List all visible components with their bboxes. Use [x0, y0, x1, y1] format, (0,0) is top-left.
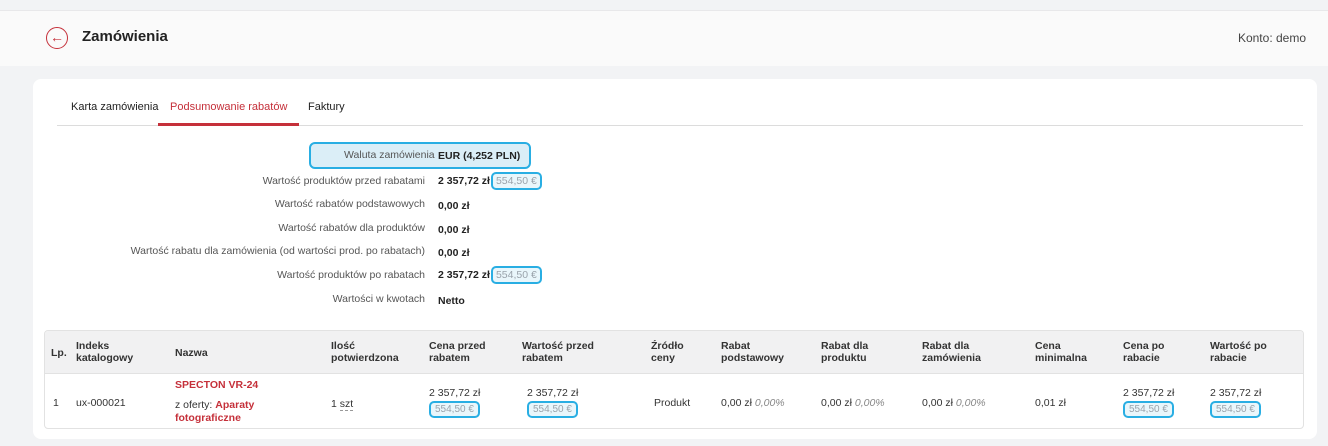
after-discount-value: 2 357,72 zł 554,50 € [438, 266, 542, 284]
price-after-eur: 554,50 € [1123, 401, 1174, 418]
offer-line: z oferty: Aparaty fotograficzne [175, 399, 255, 424]
price-before-eur: 554,50 € [429, 401, 480, 418]
before-discount-label: Wartość produktów przed rabatami [262, 175, 425, 187]
tab-bar: Karta zamówienia Podsumowanie rabatów Fa… [57, 97, 1303, 126]
currency-label: Waluta zamówienia [344, 149, 435, 161]
col-product-discount: Rabat dla produktu [821, 340, 869, 364]
tab-invoices[interactable]: Faktury [308, 101, 345, 126]
row-index: ux-000021 [76, 397, 126, 409]
page-title: Zamówienia [82, 28, 168, 45]
col-source: Źródło ceny [651, 340, 684, 364]
row-lp: 1 [53, 397, 59, 409]
col-min-price: Cena minimalna [1035, 340, 1087, 364]
order-discount-label: Wartość rabatu dla zamówienia (od wartoś… [130, 245, 425, 257]
row-price-after: 2 357,72 zł 554,50 € [1123, 387, 1174, 418]
account-label[interactable]: Konto: demo [1238, 31, 1306, 45]
col-value-before: Wartość przed rabatem [522, 340, 594, 364]
amounts-mode-value: Netto [438, 295, 465, 307]
product-name-link[interactable]: SPECTON VR-24 [175, 379, 305, 392]
table-header: Lp. Indeks katalogowy Nazwa Ilość potwie… [45, 331, 1303, 374]
amounts-mode-label: Wartości w kwotach [332, 293, 425, 305]
row-product: SPECTON VR-24 z oferty: Aparaty fotograf… [175, 379, 305, 425]
row-qty: 1 szt [331, 398, 354, 411]
before-discount-value: 2 357,72 zł 554,50 € [438, 172, 542, 190]
row-source: Produkt [654, 397, 691, 409]
col-basic-discount: Rabat podstawowy [721, 340, 785, 364]
row-value-after: 2 357,72 zł 554,50 € [1210, 387, 1261, 418]
product-discount-label: Wartość rabatów dla produktów [278, 222, 425, 234]
row-order-discount: 0,00 zł 0,00% [922, 397, 986, 409]
product-discount-value: 0,00 zł [438, 224, 470, 236]
col-price-after: Cena po rabacie [1123, 340, 1165, 364]
order-discount-value: 0,00 zł [438, 247, 470, 259]
col-price-before: Cena przed rabatem [429, 340, 486, 364]
col-index: Indeks katalogowy [76, 340, 134, 364]
row-product-discount: 0,00 zł 0,00% [821, 397, 885, 409]
order-card: Karta zamówienia Podsumowanie rabatów Fa… [33, 79, 1317, 439]
row-min-price: 0,01 zł [1035, 397, 1066, 409]
unit-label[interactable]: szt [339, 398, 354, 411]
value-before-eur: 554,50 € [527, 401, 578, 418]
col-lp: Lp. [51, 347, 67, 359]
currency-highlight: Waluta zamówienia EUR (4,252 PLN) [309, 142, 531, 169]
after-discount-eur: 554,50 € [490, 266, 542, 284]
tab-discount-summary[interactable]: Podsumowanie rabatów [158, 101, 300, 126]
col-qty: Ilość potwierdzona [331, 340, 399, 364]
row-price-before: 2 357,72 zł 554,50 € [429, 387, 480, 418]
order-items-table: Lp. Indeks katalogowy Nazwa Ilość potwie… [44, 330, 1304, 429]
arrow-left-icon[interactable]: ← [46, 27, 68, 49]
basic-discount-label: Wartość rabatów podstawowych [274, 198, 425, 210]
after-discount-label: Wartość produktów po rabatach [277, 269, 425, 281]
currency-value: EUR (4,252 PLN) [438, 150, 521, 162]
basic-discount-value: 0,00 zł [438, 200, 470, 212]
col-name: Nazwa [175, 347, 208, 359]
row-basic-discount: 0,00 zł 0,00% [721, 397, 785, 409]
tab-order-card[interactable]: Karta zamówienia [71, 101, 158, 126]
col-order-discount: Rabat dla zamówienia [922, 340, 981, 364]
top-bar: ← Zamówienia Konto: demo [0, 10, 1328, 66]
before-discount-eur: 554,50 € [490, 172, 542, 190]
row-value-before: 2 357,72 zł 554,50 € [527, 387, 578, 418]
col-value-after: Wartość po rabacie [1210, 340, 1267, 364]
value-after-eur: 554,50 € [1210, 401, 1261, 418]
